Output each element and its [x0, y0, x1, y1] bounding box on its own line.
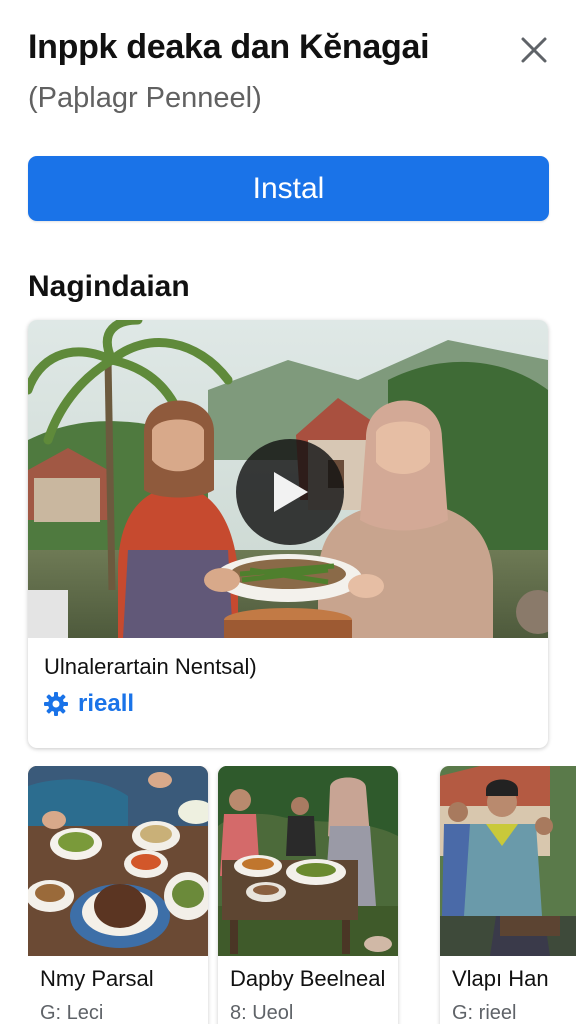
video-card[interactable]: Nmy Parsal G: Leci [28, 766, 208, 1024]
app-detail-screen: Inppk deaka dan Kĕnagai (Paþlagr Penneel… [0, 0, 576, 1024]
video-card[interactable]: Vlapı Han G: rieel [440, 766, 576, 1024]
video-card-thumbnail [440, 766, 576, 956]
app-subtitle: (Paþlagr Penneel) [28, 82, 262, 114]
close-button[interactable] [512, 28, 556, 72]
featured-video-title: Ulnalerartain Nentsal) [44, 654, 257, 679]
featured-video-thumbnail[interactable] [28, 320, 548, 638]
video-card-row[interactable]: Nmy Parsal G: Leci Dapby Beelneal 8: Ueo… [28, 766, 576, 1024]
video-card-title: Dapby Beelneal [230, 966, 386, 991]
play-button[interactable] [236, 439, 344, 545]
featured-video-card[interactable]: Ulnalerartain Nentsal) rieall [28, 320, 548, 748]
gear-icon [42, 690, 70, 718]
featured-meta-label: rieall [78, 690, 135, 717]
install-button[interactable]: Instal [28, 156, 549, 221]
video-card[interactable]: Dapby Beelneal 8: Ueol [218, 766, 398, 1024]
play-icon [270, 470, 310, 514]
video-card-thumbnail [218, 766, 398, 956]
video-card-meta: 8: Ueol [230, 1002, 294, 1024]
close-icon [519, 35, 549, 65]
video-card-meta: G: Leci [40, 1002, 104, 1024]
featured-video-meta-link[interactable]: rieall [42, 690, 134, 718]
video-card-title: Vlapı Han [452, 966, 549, 991]
section-heading: Nagindaian [28, 270, 190, 303]
app-title: Inppk deaka dan Kĕnagai [28, 28, 430, 66]
video-card-thumbnail [28, 766, 208, 956]
video-card-meta: G: rieel [452, 1002, 517, 1024]
video-card-title: Nmy Parsal [40, 966, 154, 991]
